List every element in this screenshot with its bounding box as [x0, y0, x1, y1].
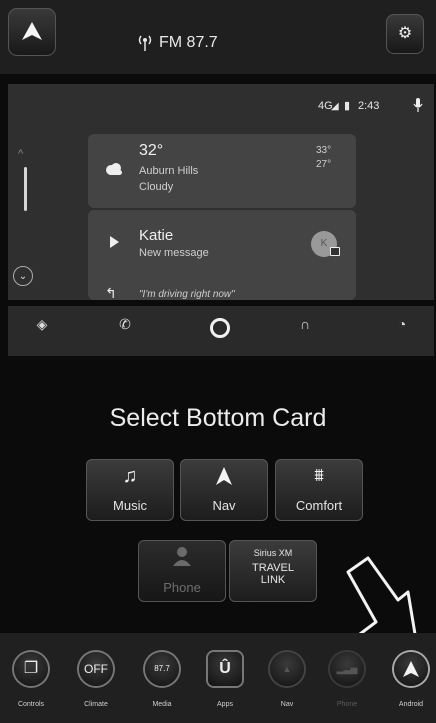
- top-bar: [0, 0, 436, 74]
- media-value: 87.7: [154, 664, 170, 673]
- seat-climate-icon: ⩩: [314, 465, 324, 485]
- weather-temperature: 32°: [139, 142, 164, 159]
- reply-suggestion[interactable]: "I'm driving right now": [139, 289, 235, 300]
- navigation-icon[interactable]: ◈: [30, 316, 54, 333]
- controls-icon: ❐: [23, 660, 39, 677]
- home-icon[interactable]: [210, 318, 230, 338]
- signal-bars-icon: ◢: [331, 101, 339, 112]
- reply-icon[interactable]: ↰: [105, 285, 117, 302]
- navigation-arrow-icon: [22, 22, 42, 40]
- controls-button[interactable]: ❐: [14, 652, 48, 686]
- radio-signal-icon: [138, 35, 152, 51]
- weather-high-low: 33° 27°: [316, 144, 331, 172]
- scroll-up-icon[interactable]: ^: [18, 148, 23, 160]
- status-time: 2:43: [358, 100, 380, 112]
- sxm-product-line2: LINK: [260, 574, 286, 586]
- phone-icon[interactable]: ✆: [113, 316, 137, 333]
- music-tile-label: Music: [113, 498, 147, 513]
- message-sender: Katie: [139, 227, 174, 244]
- music-note-icon: ♫: [122, 465, 138, 487]
- sxm-product-line1: TRAVEL: [252, 562, 294, 574]
- recents-icon[interactable]: ◔: [390, 316, 414, 332]
- android-auto-dock-button[interactable]: [394, 652, 428, 686]
- radio-station[interactable]: FM 87.7: [159, 34, 218, 52]
- uconnect-icon: Û: [219, 660, 231, 677]
- apps-button[interactable]: Û: [208, 652, 242, 686]
- phone-dock-button[interactable]: ▂▃▅: [330, 652, 364, 686]
- scroll-down-button[interactable]: ⌄: [13, 266, 33, 286]
- climate-button[interactable]: OFF: [79, 652, 113, 686]
- nav-dock-button[interactable]: ▲: [270, 652, 304, 686]
- message-subtitle: New message: [139, 247, 209, 259]
- person-icon: [173, 547, 191, 566]
- navigation-arrow-icon: [216, 467, 232, 485]
- headphones-icon[interactable]: ∩: [293, 316, 317, 332]
- nav-tile-label: Nav: [212, 498, 236, 513]
- cloud-icon: [106, 163, 122, 175]
- nav-tile-button[interactable]: Nav: [180, 459, 268, 521]
- play-icon[interactable]: [110, 236, 119, 248]
- microphone-icon[interactable]: [413, 97, 423, 113]
- settings-button[interactable]: ⚙: [386, 14, 424, 54]
- controls-label: Controls: [17, 701, 45, 708]
- phone-tile-label: Phone: [163, 580, 201, 595]
- gear-icon: ⚙: [397, 25, 413, 42]
- phone-tile-button[interactable]: Phone: [138, 540, 226, 602]
- android-auto-icon: [403, 661, 419, 677]
- battery-icon: ▮: [344, 100, 351, 112]
- weather-high: 33°: [316, 145, 332, 156]
- weather-city: Auburn Hills: [139, 165, 199, 177]
- home-button[interactable]: [8, 8, 56, 56]
- navigation-arrow-icon: ▲: [282, 664, 292, 674]
- weather-location: Auburn Hills Cloudy: [139, 163, 198, 195]
- apps-label: Apps: [217, 701, 233, 708]
- siriusxm-travel-link-tile-button[interactable]: Sirius XM TRAVEL LINK: [229, 540, 317, 602]
- phone-dock-label: Phone: [336, 701, 358, 708]
- sxm-product: TRAVEL LINK: [229, 562, 317, 586]
- weather-condition: Cloudy: [139, 181, 174, 193]
- weather-low: 27°: [316, 159, 332, 170]
- message-card[interactable]: [88, 210, 356, 300]
- android-dock-label: Android: [398, 701, 424, 708]
- signal-bars-icon: ▂▃▅: [336, 664, 358, 674]
- music-tile-button[interactable]: ♫ Music: [86, 459, 174, 521]
- scrollbar-thumb[interactable]: [24, 167, 27, 211]
- message-badge-icon: [330, 247, 340, 256]
- page-title: Select Bottom Card: [109, 404, 327, 432]
- climate-label: Climate: [84, 701, 108, 708]
- media-label: Media: [152, 701, 172, 708]
- comfort-tile-button[interactable]: ⩩ Comfort: [275, 459, 363, 521]
- climate-value: OFF: [84, 662, 108, 676]
- comfort-tile-label: Comfort: [295, 498, 343, 513]
- nav-dock-label: Nav: [280, 701, 294, 708]
- sxm-brand: Sirius XM: [253, 548, 293, 558]
- media-button[interactable]: 87.7: [145, 652, 179, 686]
